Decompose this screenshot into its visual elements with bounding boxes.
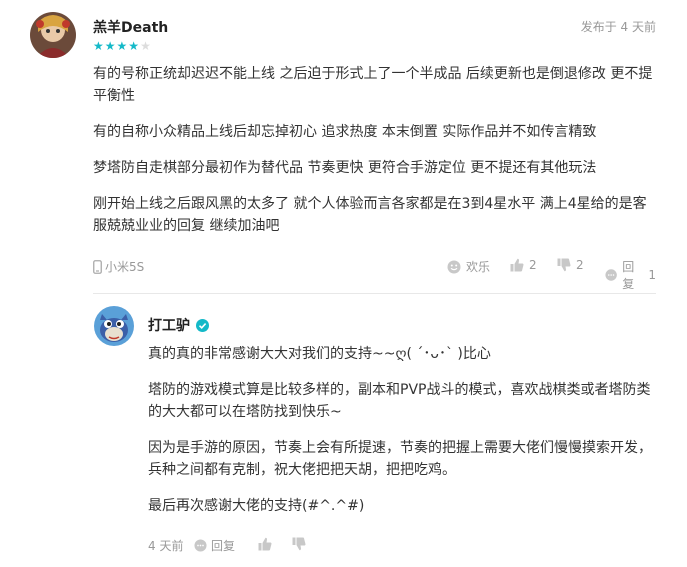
reply-label: 回复 <box>622 260 635 291</box>
reply-paragraph: 塔防的游戏模式算是比较多样的，副本和PVP战斗的模式，喜欢战棋类或者塔防类的大大… <box>148 382 651 420</box>
star-empty-icon: ★ <box>140 39 151 53</box>
thumbs-down-icon <box>292 537 306 551</box>
review-paragraph: 刚开始上线之后跟风黑的太多了 就个人体验而言各家都是在3到4星水平 满上4星给的… <box>93 196 647 234</box>
star-filled-icon: ★ <box>128 39 140 53</box>
developer-reply-reply-button[interactable]: 回复 <box>194 537 235 554</box>
comment-icon <box>605 269 617 281</box>
review-paragraph: 有的号称正统却迟迟不能上线 之后迫于形式上了一个半成品 后续更新也是倒退修改 更… <box>93 66 653 104</box>
developer-avatar[interactable] <box>94 306 134 346</box>
comment-icon <box>194 539 207 552</box>
star-filled-icon: ★ <box>93 39 104 53</box>
device-name: 小米5S <box>105 260 145 274</box>
reply-paragraph: 最后再次感谢大佬的支持(#^.^#) <box>148 498 365 514</box>
reply-paragraph: 因为是手游的原因，节奏上会有所提速，节奏的把握上需要大佬们慢慢摸索开发，兵种之间… <box>148 440 652 478</box>
fun-label: 欢乐 <box>466 260 491 274</box>
review-paragraph: 梦塔防自走棋部分最初作为替代品 节奏更快 更符合手游定位 更不提还有其他玩法 <box>93 160 597 176</box>
dislike-button[interactable]: 2 <box>557 258 584 272</box>
thumbs-up-icon <box>258 537 272 551</box>
post-time: 发布于 4 天前 <box>580 20 656 34</box>
reply-label: 回复 <box>211 539 236 553</box>
reviewer-avatar-image <box>30 12 76 58</box>
developer-reply-like-button[interactable] <box>258 537 272 551</box>
star-filled-icon: ★ <box>116 39 128 53</box>
rating-stars: ★ ★ ★ ★ ★ <box>93 40 151 52</box>
developer-reply-body: 真的真的非常感谢大大对我们的支持~~ღ( ´･ᴗ･` )比心 塔防的游戏模式算是… <box>148 343 660 531</box>
phone-icon <box>93 259 102 274</box>
verified-badge-icon <box>196 318 209 332</box>
reply-time-text: 4 天前 <box>148 539 184 553</box>
developer-name[interactable]: 打工驴 <box>148 315 190 335</box>
reviewer-avatar[interactable] <box>30 12 76 58</box>
developer-avatar-image <box>94 306 134 346</box>
developer-name-row: 打工驴 <box>148 315 209 335</box>
dislike-count: 2 <box>576 258 584 272</box>
divider <box>93 293 656 294</box>
device-info: 小米5S <box>93 258 144 275</box>
developer-reply-time: 4 天前 <box>148 537 183 554</box>
reply-button[interactable]: 回复 1 <box>605 258 656 292</box>
reply-paragraph: 真的真的非常感谢大大对我们的支持~~ღ( ´･ᴗ･` )比心 <box>148 346 491 362</box>
reply-count: 1 <box>648 268 656 282</box>
developer-reply-dislike-button[interactable] <box>292 537 306 551</box>
like-count: 2 <box>529 258 537 272</box>
review-body: 有的号称正统却迟迟不能上线 之后迫于形式上了一个半成品 后续更新也是倒退修改 更… <box>93 63 660 251</box>
review-paragraph: 有的自称小众精品上线后却忘掉初心 追求热度 本末倒置 实际作品并不如传言精致 <box>93 124 597 140</box>
star-filled-icon: ★ <box>104 39 116 53</box>
like-button[interactable]: 2 <box>510 258 537 272</box>
thumbs-down-icon <box>557 258 571 272</box>
reviewer-name[interactable]: 羔羊Death <box>93 17 168 37</box>
review-actions: 小米5S 欢乐 2 2 回复 1 <box>93 258 656 291</box>
thumbs-up-icon <box>510 258 524 272</box>
fun-button[interactable]: 欢乐 <box>447 258 490 275</box>
smile-icon <box>447 260 461 273</box>
